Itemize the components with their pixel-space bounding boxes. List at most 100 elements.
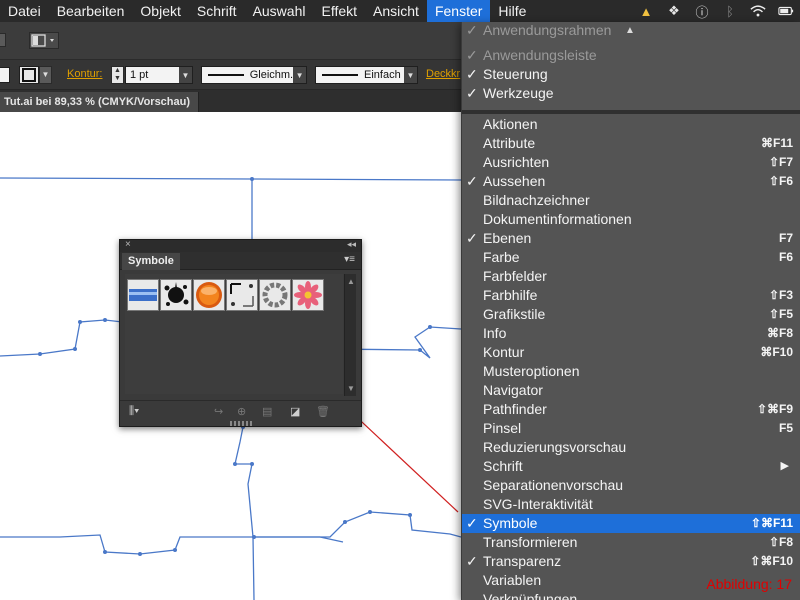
menu-item-kontur[interactable]: Kontur ⌘F10 bbox=[462, 343, 800, 362]
new-symbol-icon[interactable]: ◪ bbox=[290, 405, 300, 418]
stroke-icon bbox=[22, 68, 36, 82]
menu-item-separationenvorschau[interactable]: Separationenvorschau bbox=[462, 476, 800, 495]
menu-objekt[interactable]: Objekt bbox=[132, 0, 188, 22]
menu-item-farbe[interactable]: Farbe F6 bbox=[462, 248, 800, 267]
menu-auswahl[interactable]: Auswahl bbox=[245, 0, 314, 22]
menu-item-transformieren[interactable]: Transformieren ⇧F8 bbox=[462, 533, 800, 552]
collapse-icon[interactable]: ◂◂ bbox=[347, 239, 356, 250]
symbol-ring[interactable] bbox=[259, 279, 291, 311]
symbol-ink-splash[interactable] bbox=[160, 279, 192, 311]
wifi-icon[interactable] bbox=[750, 3, 766, 19]
menu-item-bildnachzeichner[interactable]: Bildnachzeichner bbox=[462, 191, 800, 210]
menu-item-label: Pinsel bbox=[483, 420, 522, 436]
menu-item-aussehen[interactable]: ✓ Aussehen ⇧F6 bbox=[462, 172, 800, 191]
brush-select[interactable]: Einfach ▼ bbox=[315, 66, 418, 84]
stroke-profile-preview bbox=[208, 74, 244, 76]
menu-item-label: Attribute bbox=[483, 135, 536, 151]
menu-item-reduzierungsvorschau[interactable]: Reduzierungsvorschau bbox=[462, 438, 800, 457]
menu-item-label: Bildnachzeichner bbox=[483, 192, 590, 208]
resize-grip-icon[interactable] bbox=[230, 421, 252, 426]
menu-item-musteroptionen[interactable]: Musteroptionen bbox=[462, 362, 800, 381]
bell-icon[interactable]: ▲ bbox=[638, 3, 654, 19]
dropbox-icon[interactable]: ❖ bbox=[666, 3, 682, 19]
toolbar-button[interactable] bbox=[0, 33, 6, 47]
menu-item-label: SVG-Interaktivität bbox=[483, 496, 593, 512]
menu-item-info[interactable]: Info ⌘F8 bbox=[462, 324, 800, 343]
break-link-icon[interactable]: ⊕ bbox=[237, 405, 246, 418]
arrange-documents-button[interactable] bbox=[29, 32, 59, 49]
menu-item-grafikstile[interactable]: Grafikstile ⇧F5 bbox=[462, 305, 800, 324]
symbol-options-icon[interactable]: ▤ bbox=[262, 405, 272, 418]
symbol-blue-banner[interactable] bbox=[127, 279, 159, 311]
checkmark-icon: ✓ bbox=[466, 66, 478, 82]
menu-item-svg-interaktivität[interactable]: SVG-Interaktivität bbox=[462, 495, 800, 514]
menu-item-pinsel[interactable]: Pinsel F5 bbox=[462, 419, 800, 438]
stroke-weight-stepper[interactable]: ▲ ▼ bbox=[111, 66, 124, 84]
chevron-down-icon[interactable]: ▼ bbox=[293, 67, 306, 83]
scroll-down-icon[interactable]: ▼ bbox=[347, 384, 355, 393]
menu-item-steuerung[interactable]: ✓ Steuerung bbox=[462, 65, 800, 84]
battery-icon[interactable] bbox=[778, 3, 794, 19]
trash-icon[interactable]: 🗑 bbox=[316, 405, 330, 418]
menu-item-ebenen[interactable]: ✓ Ebenen F7 bbox=[462, 229, 800, 248]
menu-item-schrift[interactable]: Schrift ▶ bbox=[462, 457, 800, 476]
panel-scrollbar[interactable]: ▲ ▼ bbox=[344, 274, 356, 396]
chevron-down-icon[interactable]: ▼ bbox=[404, 67, 417, 83]
stroke-swatch[interactable] bbox=[19, 66, 39, 84]
menu-ansicht[interactable]: Ansicht bbox=[365, 0, 427, 22]
menu-schrift[interactable]: Schrift bbox=[189, 0, 245, 22]
menu-item-transparenz[interactable]: ✓ Transparenz ⇧⌘F10 bbox=[462, 552, 800, 571]
close-icon[interactable]: × bbox=[125, 239, 131, 250]
ink-splash-icon bbox=[164, 282, 189, 306]
fill-swatch[interactable] bbox=[0, 67, 10, 83]
stroke-swatch-dropdown[interactable]: ▼ bbox=[39, 66, 52, 84]
menu-effekt[interactable]: Effekt bbox=[313, 0, 365, 22]
menu-item-attribute[interactable]: Attribute ⌘F11 bbox=[462, 134, 800, 153]
menu-item-dokumentinformationen[interactable]: Dokumentinformationen bbox=[462, 210, 800, 229]
document-tab[interactable]: Tut.ai bei 89,33 % (CMYK/Vorschau) bbox=[0, 92, 200, 112]
bluetooth-icon[interactable]: ᛒ bbox=[722, 3, 738, 19]
fenster-dropdown-menu[interactable]: ▲ ✓ Anwendungsrahmen ✓ Anwendungsleiste … bbox=[461, 22, 800, 600]
panel-tab-row: Symbole ▾≡ bbox=[120, 252, 361, 270]
puzzle-vertical-mid bbox=[234, 426, 255, 600]
chevron-down-icon[interactable]: ▼ bbox=[179, 67, 192, 83]
stroke-profile-select[interactable]: Gleichm. ▼ bbox=[201, 66, 307, 84]
menu-item-shortcut: ⇧⌘F11 bbox=[750, 516, 793, 530]
symbol-frame[interactable] bbox=[226, 279, 258, 311]
menu-item-ausrichten[interactable]: Ausrichten ⇧F7 bbox=[462, 153, 800, 172]
menu-item-label: Symbole bbox=[483, 515, 538, 531]
place-symbol-icon[interactable]: ↪ bbox=[214, 405, 223, 418]
symbol-panel[interactable]: × ◂◂ Symbole ▾≡ ▲ ▼ ⫼▾ ↪ ⊕ ▤ ◪ 🗑 bbox=[119, 239, 362, 427]
menu-item-label: Info bbox=[483, 325, 507, 341]
menu-datei[interactable]: Datei bbox=[0, 0, 49, 22]
symbol-orange-button[interactable] bbox=[193, 279, 225, 311]
scroll-up-icon[interactable]: ▲ bbox=[347, 277, 355, 286]
info-icon[interactable]: ⓘ bbox=[694, 3, 710, 20]
menu-item-pathfinder[interactable]: Pathfinder ⇧⌘F9 bbox=[462, 400, 800, 419]
stroke-weight-field[interactable]: 1 pt ▼ bbox=[125, 66, 193, 84]
menu-item-navigator[interactable]: Navigator bbox=[462, 381, 800, 400]
menu-hilfe[interactable]: Hilfe bbox=[490, 0, 534, 22]
opacity-label[interactable]: Deckkr bbox=[426, 68, 460, 80]
menu-item-shortcut: ⌘F10 bbox=[760, 345, 793, 359]
symbol-library[interactable] bbox=[125, 274, 343, 394]
ring-icon bbox=[262, 282, 288, 308]
menu-item-farbhilfe[interactable]: Farbhilfe ⇧F3 bbox=[462, 286, 800, 305]
panel-menu-icon[interactable]: ▾≡ bbox=[344, 254, 355, 265]
panel-title-bar[interactable]: × ◂◂ bbox=[120, 239, 361, 252]
menu-item-aktionen[interactable]: Aktionen bbox=[462, 115, 800, 134]
menu-item-werkzeuge[interactable]: ✓ Werkzeuge bbox=[462, 84, 800, 103]
menu-item-farbfelder[interactable]: Farbfelder bbox=[462, 267, 800, 286]
menu-bearbeiten[interactable]: Bearbeiten bbox=[49, 0, 133, 22]
tab-symbole[interactable]: Symbole bbox=[122, 253, 180, 270]
stroke-label[interactable]: Kontur: bbox=[67, 68, 102, 80]
stroke-profile-value: Gleichm. bbox=[249, 69, 294, 81]
symbol-flower[interactable] bbox=[292, 279, 324, 311]
symbol-library-menu-icon[interactable]: ⫼▾ bbox=[129, 405, 139, 418]
menu-item-shortcut: ⇧F5 bbox=[768, 307, 793, 321]
menu-item-symbole[interactable]: ✓ Symbole ⇧⌘F11 bbox=[462, 514, 800, 533]
menu-fenster[interactable]: Fenster bbox=[426, 0, 491, 22]
menu-item-label: Variablen bbox=[483, 572, 542, 588]
menu-bar: Datei Bearbeiten Objekt Schrift Auswahl … bbox=[0, 0, 800, 22]
menu-item-label: Schrift bbox=[483, 458, 523, 474]
